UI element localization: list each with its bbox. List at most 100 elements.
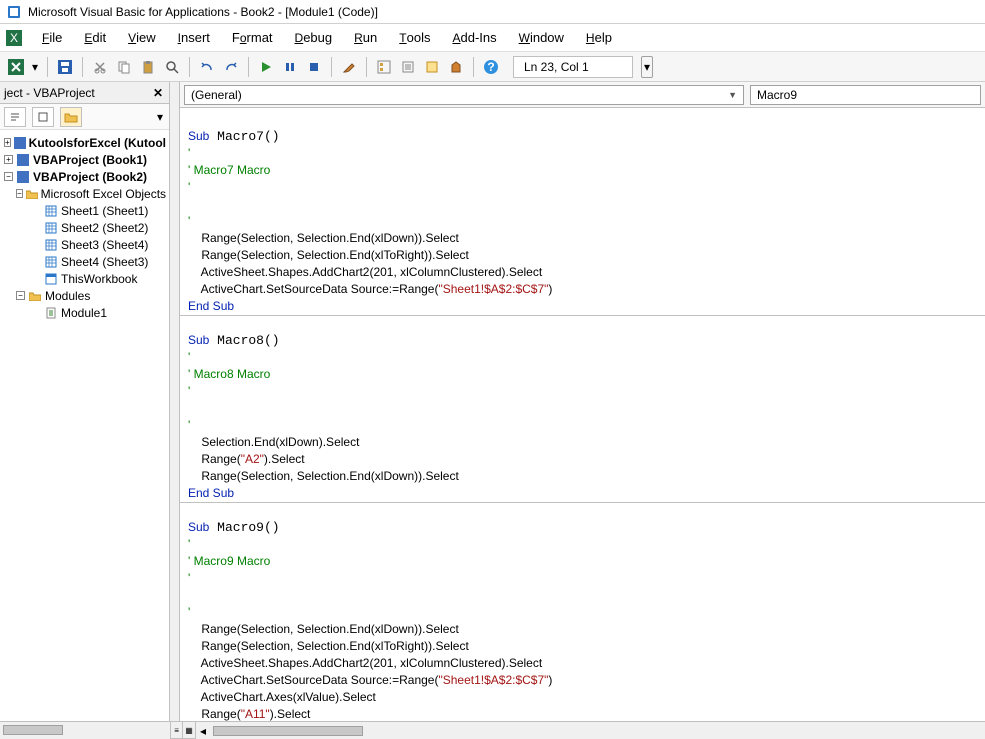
menu-view[interactable]: View (118, 26, 166, 49)
object-dropdown[interactable]: (General) ▼ (184, 85, 744, 105)
close-icon[interactable]: ✕ (151, 86, 165, 100)
sidebar-hscroll[interactable] (0, 722, 170, 739)
tree-label: ThisWorkbook (61, 272, 137, 286)
view-excel-icon[interactable] (6, 57, 26, 77)
tree-node-sheet2[interactable]: Sheet2 (Sheet2) (2, 219, 167, 236)
menu-run[interactable]: Run (344, 26, 387, 49)
code-editor[interactable]: Sub Macro7() ' ' Macro7 Macro ' ' Range(… (180, 108, 985, 721)
project-explorer-toolbar: ▾ (0, 104, 169, 130)
design-mode-icon[interactable] (339, 57, 359, 77)
separator (331, 57, 332, 77)
tree-label: Sheet1 (Sheet1) (61, 204, 148, 218)
menu-addins[interactable]: Add-Ins (442, 26, 506, 49)
project-explorer-icon[interactable] (374, 57, 394, 77)
project-explorer: ject - VBAProject ✕ ▾ + KutoolsforExcel … (0, 82, 170, 721)
excel-icon[interactable]: X (6, 30, 22, 46)
main-area: ject - VBAProject ✕ ▾ + KutoolsforExcel … (0, 82, 985, 721)
tree-label: Microsoft Excel Objects (41, 187, 166, 201)
tree-node-vba2[interactable]: − VBAProject (Book2) (2, 168, 167, 185)
tree-label: Sheet4 (Sheet3) (61, 255, 148, 269)
run-icon[interactable] (256, 57, 276, 77)
dropdown-arrow-icon[interactable]: ▾ (155, 110, 165, 124)
project-explorer-title: ject - VBAProject (4, 86, 95, 100)
toggle-folders-icon[interactable] (60, 107, 82, 127)
menu-window[interactable]: Window (509, 26, 574, 49)
app-icon (6, 4, 22, 20)
tree-label: Module1 (61, 306, 107, 320)
reset-icon[interactable] (304, 57, 324, 77)
dropdown-arrow-icon[interactable]: ▾ (30, 60, 40, 74)
procedure-view-icon[interactable]: ≡ (171, 722, 183, 739)
code-hscroll[interactable] (210, 722, 985, 739)
expand-icon[interactable]: + (4, 155, 13, 164)
separator (248, 57, 249, 77)
tree-node-excel-objects[interactable]: − Microsoft Excel Objects (2, 185, 167, 202)
collapse-icon[interactable]: − (4, 172, 13, 181)
footer: ≡ ▦ ◂ (0, 721, 985, 739)
tree-node-kutools[interactable]: + KutoolsforExcel (Kutool (2, 134, 167, 151)
tree-node-sheet1[interactable]: Sheet1 (Sheet1) (2, 202, 167, 219)
collapse-icon[interactable]: − (16, 189, 23, 198)
folder-icon (28, 291, 42, 301)
project-icon (16, 154, 30, 166)
svg-text:?: ? (487, 60, 494, 74)
procedure-dropdown-value: Macro9 (757, 88, 797, 102)
expand-icon[interactable]: + (4, 138, 11, 147)
tree-node-thisworkbook[interactable]: ThisWorkbook (2, 270, 167, 287)
project-icon (16, 171, 30, 183)
menu-debug[interactable]: Debug (285, 26, 343, 49)
undo-icon[interactable] (197, 57, 217, 77)
tree-label: Sheet2 (Sheet2) (61, 221, 148, 235)
sheet-icon (44, 256, 58, 268)
break-icon[interactable] (280, 57, 300, 77)
procedure-dropdown[interactable]: Macro9 (750, 85, 981, 105)
menu-format[interactable]: Format (222, 26, 283, 49)
full-module-view-icon[interactable]: ▦ (183, 722, 195, 739)
toolbar-overflow-icon[interactable]: ▾ (641, 56, 653, 78)
menu-help[interactable]: Help (576, 26, 622, 49)
copy-icon[interactable] (114, 57, 134, 77)
paste-icon[interactable] (138, 57, 158, 77)
project-tree[interactable]: + KutoolsforExcel (Kutool + VBAProject (… (0, 130, 169, 721)
tree-node-vba1[interactable]: + VBAProject (Book1) (2, 151, 167, 168)
cut-icon[interactable] (90, 57, 110, 77)
workbook-icon (44, 273, 58, 285)
menu-insert[interactable]: Insert (168, 26, 220, 49)
save-icon[interactable] (55, 57, 75, 77)
tree-label: KutoolsforExcel (Kutool (29, 136, 166, 150)
module-icon (44, 307, 58, 319)
find-icon[interactable] (162, 57, 182, 77)
object-browser-icon[interactable] (422, 57, 442, 77)
toolbox-icon[interactable] (446, 57, 466, 77)
view-code-icon[interactable] (4, 107, 26, 127)
scroll-left-icon[interactable]: ◂ (196, 722, 210, 739)
menu-edit[interactable]: Edit (74, 26, 116, 49)
menu-tools[interactable]: Tools (389, 26, 440, 49)
tree-node-module1[interactable]: Module1 (2, 304, 167, 321)
splitter[interactable] (170, 82, 180, 721)
object-dropdown-value: (General) (191, 88, 242, 102)
project-icon (14, 137, 26, 149)
tree-node-sheet3[interactable]: Sheet3 (Sheet4) (2, 236, 167, 253)
help-icon[interactable]: ? (481, 57, 501, 77)
properties-icon[interactable] (398, 57, 418, 77)
tree-label: VBAProject (Book2) (33, 170, 147, 184)
toolbar: ▾ ? Ln 23, Col 1 ▾ (0, 52, 985, 82)
chevron-down-icon: ▼ (728, 90, 737, 100)
redo-icon[interactable] (221, 57, 241, 77)
code-pane: (General) ▼ Macro9 Sub Macro7() ' ' Macr… (180, 82, 985, 721)
tree-node-sheet4[interactable]: Sheet4 (Sheet3) (2, 253, 167, 270)
menu-file[interactable]: File (32, 26, 72, 49)
tree-label: Sheet3 (Sheet4) (61, 238, 148, 252)
tree-label: Modules (45, 289, 90, 303)
tree-node-modules[interactable]: − Modules (2, 287, 167, 304)
svg-text:X: X (10, 31, 18, 45)
view-object-icon[interactable] (32, 107, 54, 127)
separator (189, 57, 190, 77)
separator (82, 57, 83, 77)
separator (47, 57, 48, 77)
sheet-icon (44, 222, 58, 234)
tree-label: VBAProject (Book1) (33, 153, 147, 167)
titlebar: Microsoft Visual Basic for Applications … (0, 0, 985, 24)
collapse-icon[interactable]: − (16, 291, 25, 300)
